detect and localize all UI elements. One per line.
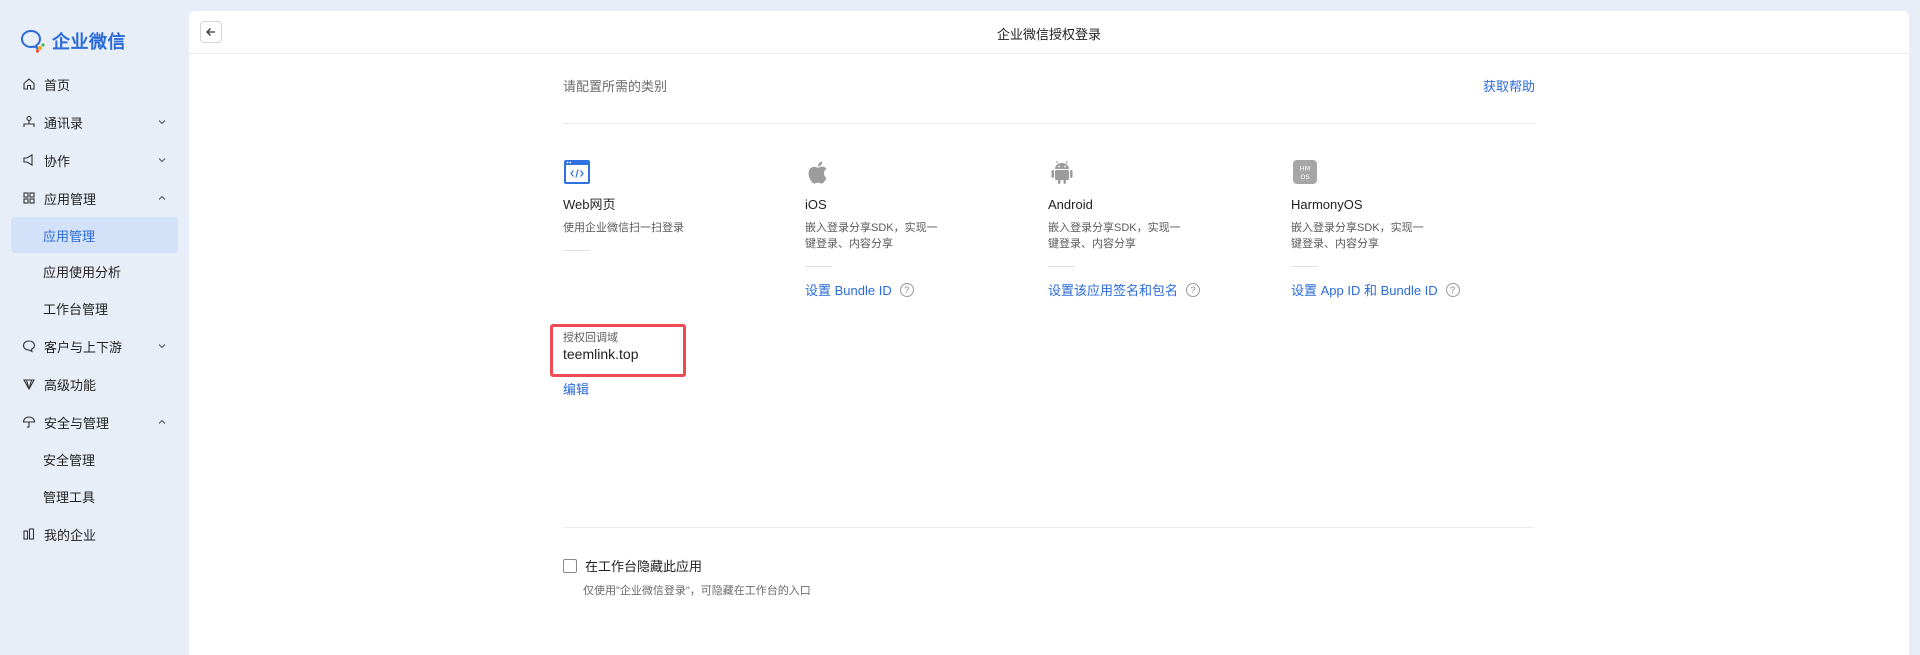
harmonyos-icon-text-bottom: OS [1300,173,1309,181]
sidebar-item-contacts[interactable]: 通讯录 [0,103,189,141]
sidebar-item-label: 通讯录 [44,115,84,131]
platform-web: Web网页 使用企业微信扫一扫登录 [563,158,763,264]
sidebar-item-label: 客户与上下游 [44,339,123,355]
sidebar-item-advanced[interactable]: 高级功能 [0,365,189,403]
org-chart-icon [22,115,36,129]
harmonyos-icon: HM OS [1291,158,1319,186]
sidebar-sub-workbench[interactable]: 工作台管理 [0,290,189,327]
divider [1291,266,1318,267]
hide-app-checkbox[interactable] [563,558,577,573]
logo-text: 企业微信 [52,32,126,52]
harmonyos-icon-text-top: HM [1300,165,1311,173]
sidebar-item-label: 应用管理 [44,191,97,207]
home-icon [22,77,36,91]
sidebar-item-label: 管理工具 [43,490,96,505]
sidebar-item-label: 协作 [44,153,71,169]
section-label: 请配置所需的类别 [563,79,668,94]
sidebar-item-collab[interactable]: 协作 [0,141,189,179]
chat-bubble-icon [22,339,36,353]
question-icon[interactable]: ? [899,282,914,297]
platform-desc: 使用企业微信扫一扫登录 [563,222,684,234]
chevron-down-icon [158,344,166,349]
sidebar-item-my-company[interactable]: 我的企业 [0,515,189,553]
sidebar-item-customers[interactable]: 客户与上下游 [0,327,189,365]
divider [563,250,590,251]
sidebar-item-label: 安全管理 [43,453,96,468]
umbrella-icon [22,415,36,429]
set-appid-bundle-link[interactable]: 设置 App ID 和 Bundle ID ? [1291,280,1460,299]
sidebar-item-label: 工作台管理 [43,302,109,317]
main-panel: 企业微信授权登录 请配置所需的类别 获取帮助 Web网页 使用企业微信扫一扫登录… [189,11,1909,655]
sidebar-item-label: 我的企业 [44,527,97,543]
link-label: 设置 Bundle ID [805,283,892,298]
sidebar-item-security[interactable]: 安全与管理 [0,403,189,441]
platform-android: Android 嵌入登录分享SDK，实现一键登录、内容分享 设置该应用签名和包名… [1048,158,1248,300]
hide-app-note: 仅使用"企业微信登录"，可隐藏在工作台的入口 [583,585,811,597]
platform-ios: iOS 嵌入登录分享SDK，实现一键登录、内容分享 设置 Bundle ID ? [805,158,1005,300]
platform-name: Web网页 [563,197,616,212]
sidebar-item-label: 安全与管理 [44,415,110,431]
chevron-down-icon [158,158,166,163]
divider [1048,266,1075,267]
platform-desc: 嵌入登录分享SDK，实现一键登录、内容分享 [805,222,938,250]
platform-name: iOS [805,197,827,212]
config-content: 请配置所需的类别 获取帮助 Web网页 使用企业微信扫一扫登录 授权回调域 te… [550,54,1535,397]
platform-name: HarmonyOS [1291,197,1363,212]
question-icon[interactable]: ? [1445,282,1460,297]
sidebar-nav: 首页 通讯录 协作 应用管理 应用管理 应用使用分析 工作台管理 客户与上下游 … [0,65,189,553]
chevron-up-icon [158,195,166,200]
help-link[interactable]: 获取帮助 [1483,76,1535,95]
sidebar-item-label: 首页 [44,77,71,93]
building-icon [22,527,36,541]
chevron-up-icon [158,419,166,424]
wecom-logo-icon [20,29,45,53]
diamond-icon [22,377,36,391]
grid-icon [22,191,36,205]
platform-list: Web网页 使用企业微信扫一扫登录 授权回调域 teemlink.top 编辑 … [550,158,1535,398]
web-browser-icon [563,158,591,186]
link-label: 设置该应用签名和包名 [1048,283,1179,298]
domain-value: teemlink.top [563,346,639,362]
apple-icon [805,158,833,186]
bottom-divider [563,527,1535,528]
wecom-logo[interactable]: 企业微信 [20,28,126,54]
sidebar-sub-admin-tools[interactable]: 管理工具 [0,478,189,515]
sidebar-sub-security-management[interactable]: 安全管理 [0,441,189,478]
android-icon [1048,158,1076,186]
domain-label: 授权回调域 [563,332,618,344]
platform-harmonyos: HM OS HarmonyOS 嵌入登录分享SDK，实现一键登录、内容分享 设置 … [1291,158,1491,300]
edit-domain-link[interactable]: 编辑 [563,379,589,398]
megaphone-icon [22,153,36,167]
hide-app-label[interactable]: 在工作台隐藏此应用 [585,556,702,575]
platform-name: Android [1048,197,1093,212]
platform-desc: 嵌入登录分享SDK，实现一键登录、内容分享 [1291,222,1424,250]
sidebar-item-app-management[interactable]: 应用管理 [0,179,189,217]
page-title: 企业微信授权登录 [996,27,1101,42]
section-header: 请配置所需的类别 获取帮助 [563,54,1535,124]
sidebar-item-label: 应用管理 [43,228,96,244]
divider [805,266,832,267]
sidebar-item-label: 应用使用分析 [43,265,122,280]
link-label: 设置 App ID 和 Bundle ID [1291,283,1438,298]
set-signature-link[interactable]: 设置该应用签名和包名 ? [1048,280,1201,299]
chevron-down-icon [158,120,166,125]
hide-app-row: 在工作台隐藏此应用 [563,556,702,575]
question-icon[interactable]: ? [1186,282,1201,297]
set-bundle-id-link[interactable]: 设置 Bundle ID ? [805,280,914,299]
sidebar-item-home[interactable]: 首页 [0,65,189,103]
sidebar: 企业微信 首页 通讯录 协作 应用管理 应用管理 应用使用分析 工作台管理 客户… [0,0,189,655]
sidebar-sub-app-management[interactable]: 应用管理 [11,217,178,253]
sidebar-sub-app-usage[interactable]: 应用使用分析 [0,253,189,290]
sidebar-item-label: 高级功能 [44,377,97,393]
platform-desc: 嵌入登录分享SDK，实现一键登录、内容分享 [1048,222,1181,250]
top-bar: 企业微信授权登录 [189,11,1909,54]
